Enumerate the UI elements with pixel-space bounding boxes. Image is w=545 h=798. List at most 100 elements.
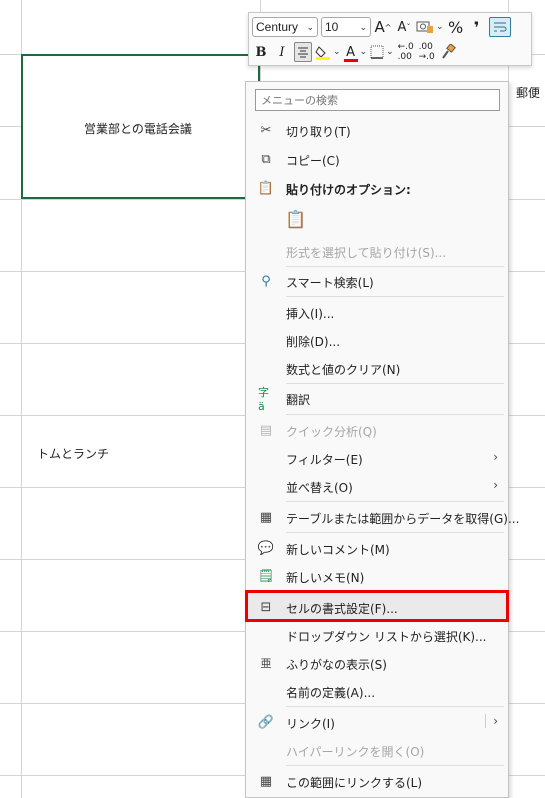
menu-item-label: 名前の定義(A)... [286, 686, 376, 700]
menu-item-clear-contents[interactable]: 数式と値のクリア(N) [246, 354, 508, 382]
menu-item-label: クイック分析(Q) [286, 425, 377, 439]
menu-item-quick-analysis[interactable]: ▤ クイック分析(Q) [246, 416, 508, 444]
menu-item-new-note[interactable]: 🗒 新しいメモ(N) [246, 562, 508, 590]
menu-separator [286, 414, 504, 415]
menu-item-label: ドロップダウン リストから選択(K)... [286, 630, 487, 644]
borders-button[interactable]: ⌄ [370, 42, 394, 62]
bold-button[interactable]: B [252, 42, 270, 62]
chevron-right-icon: › [493, 450, 498, 464]
menu-item-new-comment[interactable]: 💬 新しいコメント(M) [246, 534, 508, 562]
chevron-down-icon: ⌄ [436, 22, 444, 32]
decrease-font-size-button[interactable]: Aˇ [395, 17, 413, 37]
menu-separator [286, 296, 504, 297]
menu-item-paste-options: 📋 貼り付けのオプション: [246, 174, 508, 202]
menu-item-label: 数式と値のクリア(N) [286, 363, 401, 377]
annotation-highlight-box [245, 590, 509, 622]
decrease-font-icon: A [397, 19, 407, 35]
percent-icon: % [447, 17, 464, 37]
menu-item-label: 削除(D)... [286, 335, 341, 349]
decrease-decimal-icon: .00 →.0 [418, 42, 435, 62]
accounting-format-button[interactable]: ⌄ [416, 17, 444, 37]
new-comment-icon: 💬 [257, 540, 275, 556]
chevron-down-icon: ⌄ [359, 47, 368, 57]
chevron-right-icon[interactable]: › [493, 714, 498, 728]
wrap-text-button[interactable] [488, 17, 511, 37]
menu-separator [286, 706, 504, 707]
increase-font-icon: A [374, 18, 385, 36]
table-icon: ▦ [259, 509, 273, 525]
italic-button[interactable]: I [273, 42, 291, 62]
chevron-down-icon: ⌄ [359, 21, 367, 32]
menu-item-label: 翻訳 [286, 393, 311, 407]
link-icon: 🔗 [257, 714, 275, 730]
menu-separator [286, 532, 504, 533]
menu-item-label: ハイパーリンクを開く(O) [286, 745, 425, 759]
wrap-text-icon [493, 22, 507, 32]
mini-toolbar: Century ⌄ 10 ⌄ A ^ Aˇ ⌄ % ❜ B I ⌄ A ⌄ ⌄ … [248, 12, 532, 66]
menu-item-label: テーブルまたは範囲からデータを取得(G)... [286, 512, 520, 526]
clipboard-icon: 📋 [285, 210, 307, 230]
increase-decimal-button[interactable]: ←.0.00 [397, 42, 415, 62]
center-align-button[interactable] [294, 42, 312, 62]
menu-item-dropdown-list[interactable]: ドロップダウン リストから選択(K)... [246, 621, 508, 649]
chevron-down-icon: ⌄ [306, 21, 314, 32]
menu-item-filter[interactable]: フィルター(E) › [246, 444, 508, 472]
chevron-down-icon: ⌄ [333, 47, 341, 57]
menu-item-label: コピー(C) [286, 154, 340, 168]
menu-item-label: ふりがなの表示(S) [286, 658, 387, 672]
format-painter-button[interactable] [439, 42, 457, 62]
menu-item-label: 挿入(I)... [286, 307, 335, 321]
menu-item-link[interactable]: 🔗 リンク(I) › [246, 708, 508, 736]
menu-item-insert[interactable]: 挿入(I)... [246, 298, 508, 326]
font-name-dropdown[interactable]: Century ⌄ [252, 17, 318, 37]
menu-item-label: リンク(I) [286, 717, 335, 731]
cell-right-fragment[interactable]: 郵便 [516, 84, 540, 101]
chevron-down-icon: ⌄ [386, 47, 394, 57]
bold-icon: B [255, 44, 267, 60]
paste-icon: 📋 [257, 180, 275, 196]
menu-item-delete[interactable]: 削除(D)... [246, 326, 508, 354]
menu-item-get-data[interactable]: ▦ テーブルまたは範囲からデータを取得(G)... [246, 503, 520, 531]
font-color-bar [343, 58, 358, 62]
menu-search-input[interactable] [255, 89, 500, 111]
split-divider [485, 714, 486, 728]
menu-item-label: 貼り付けのオプション: [286, 183, 411, 197]
menu-separator [286, 501, 504, 502]
menu-item-open-hyperlink[interactable]: ハイパーリンクを開く(O) [246, 736, 508, 764]
increase-decimal-icon: ←.0.00 [397, 42, 414, 62]
font-color-button[interactable]: A ⌄ [343, 42, 368, 62]
borders-icon [370, 45, 384, 59]
decrease-decimal-button[interactable]: .00 →.0 [418, 42, 436, 62]
menu-separator [286, 765, 504, 766]
menu-item-label: この範囲にリンクする(L) [286, 776, 423, 790]
cell-meeting[interactable]: 営業部との電話会議 [84, 120, 192, 137]
menu-item-sort[interactable]: 並べ替え(O) › [246, 472, 508, 500]
paste-option-button[interactable]: 📋 [246, 204, 508, 234]
accounting-format-icon [416, 21, 433, 33]
menu-item-phonetic[interactable]: 亜 ふりがなの表示(S) [246, 649, 508, 677]
font-size-dropdown[interactable]: 10 ⌄ [321, 17, 371, 37]
menu-item-smart-lookup[interactable]: ⚲ スマート検索(L) [246, 267, 508, 295]
menu-item-cut[interactable]: ✂ 切り取り(T) [246, 116, 508, 144]
new-note-icon: 🗒 [257, 568, 275, 584]
scissors-icon: ✂ [260, 122, 272, 138]
menu-item-label: フィルター(E) [286, 453, 363, 467]
fill-color-button[interactable]: ⌄ [315, 42, 341, 62]
menu-item-translate[interactable]: 字ä 翻訳 [246, 384, 508, 413]
increase-font-size-button[interactable]: A ^ [374, 17, 392, 37]
menu-item-link-to-range[interactable]: ▦ この範囲にリンクする(L) [246, 767, 508, 795]
toolbar-row-top: Century ⌄ 10 ⌄ A ^ Aˇ ⌄ % ❜ [252, 16, 511, 38]
menu-item-label: 並べ替え(O) [286, 481, 353, 495]
menu-item-label: スマート検索(L) [286, 276, 374, 290]
font-size-value: 10 [325, 20, 339, 34]
menu-item-copy[interactable]: ⧉ コピー(C) [246, 145, 508, 173]
comma-icon: ❜ [473, 17, 480, 37]
menu-item-define-name[interactable]: 名前の定義(A)... [246, 677, 508, 705]
percent-style-button[interactable]: % [447, 17, 465, 37]
comma-style-button[interactable]: ❜ [468, 17, 486, 37]
quick-analysis-icon: ▤ [259, 422, 273, 438]
cell-lunch[interactable]: トムとランチ [37, 445, 109, 462]
fill-color-icon [315, 46, 330, 60]
font-name-value: Century [256, 20, 299, 34]
menu-item-paste-special[interactable]: 形式を選択して貼り付け(S)... [246, 237, 508, 265]
